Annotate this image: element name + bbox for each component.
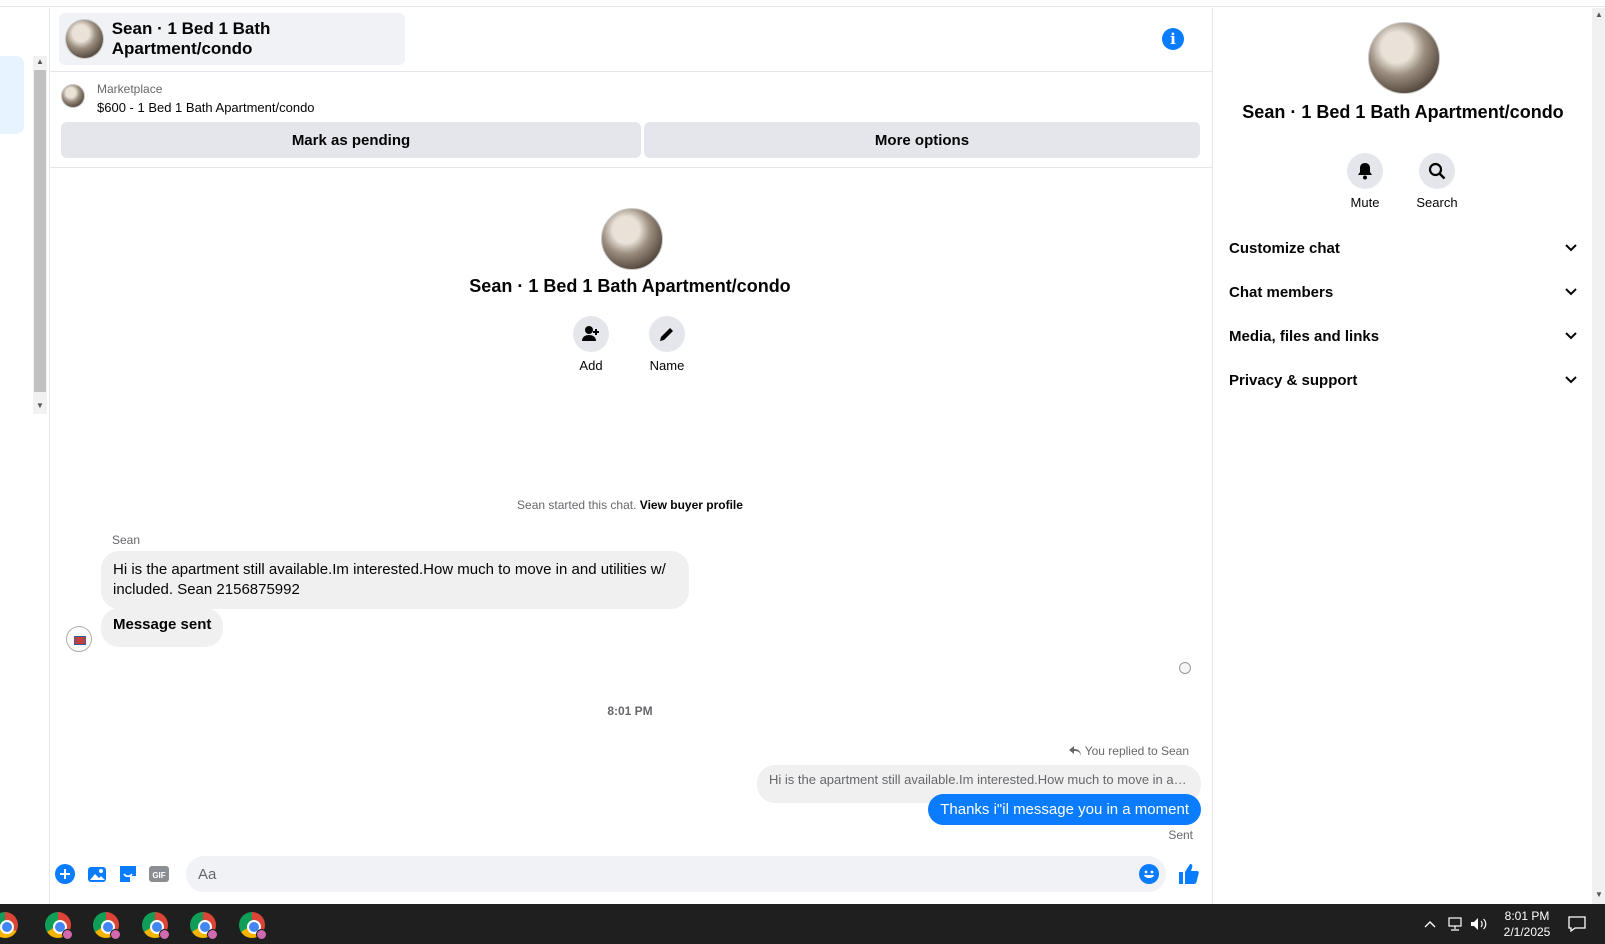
media-files-links-section[interactable]: Media, files and links [1229, 316, 1577, 356]
details-avatar[interactable] [1368, 22, 1440, 94]
sender-name: Sean [112, 533, 141, 547]
photo-icon[interactable] [86, 863, 108, 885]
chat-members-section[interactable]: Chat members [1229, 272, 1577, 312]
chevron-down-icon [1565, 244, 1577, 252]
reply-arrow-icon [1068, 746, 1081, 756]
mark-as-pending-button[interactable]: Mark as pending [61, 122, 641, 158]
scroll-down-arrow-icon[interactable]: ▼ [36, 401, 44, 410]
listing-title[interactable]: $600 - 1 Bed 1 Bath Apartment/condo [97, 100, 315, 115]
notification-center-icon[interactable] [1568, 904, 1586, 944]
message-input[interactable] [186, 856, 1166, 892]
marketplace-listing-bar: Marketplace $600 - 1 Bed 1 Bath Apartmen… [50, 72, 1212, 168]
scrollbar-thumb[interactable] [34, 70, 46, 392]
thumbs-up-icon[interactable] [1178, 863, 1200, 885]
seen-avatar-icon [1179, 662, 1191, 674]
mute-label: Mute [1350, 195, 1380, 210]
section-label: Media, files and links [1229, 327, 1380, 345]
timestamp-separator: 8:01 PM [607, 704, 653, 718]
chat-started-note: Sean started this chat. View buyer profi… [360, 498, 900, 512]
plus-circle-icon[interactable] [54, 863, 76, 885]
intro-title: Sean · 1 Bed 1 Bath Apartment/condo [469, 276, 791, 296]
started-text: Sean started this chat. [517, 498, 637, 512]
bell-icon [1347, 153, 1383, 189]
taskbar-clock[interactable]: 8:01 PM 2/1/2025 [1492, 908, 1562, 940]
active-conversation-highlight[interactable] [0, 56, 24, 134]
message-composer: GIF [50, 852, 1212, 896]
page-scrollbar[interactable]: ▲ ▼ [1592, 8, 1605, 904]
add-person-icon [573, 316, 609, 352]
listing-thumbnail[interactable] [61, 84, 85, 108]
tray-overflow-chevron-icon[interactable] [1424, 904, 1436, 944]
privacy-support-section[interactable]: Privacy & support [1229, 360, 1577, 400]
name-label: Name [649, 358, 685, 373]
window-top-strip [0, 0, 1605, 7]
customize-chat-section[interactable]: Customize chat [1229, 228, 1577, 268]
section-label: Customize chat [1229, 239, 1340, 257]
chrome-app-icon[interactable] [0, 912, 18, 938]
marketplace-label: Marketplace [97, 82, 163, 96]
info-icon[interactable]: i [1162, 28, 1184, 50]
system-message[interactable]: Message sent [101, 608, 224, 647]
pencil-icon [649, 316, 685, 352]
chevron-down-icon [1565, 332, 1577, 340]
volume-icon[interactable] [1470, 904, 1488, 944]
incoming-message[interactable]: Hi is the apartment still available.Im i… [101, 551, 689, 609]
mute-button[interactable]: Mute [1335, 153, 1395, 210]
profile-badge-icon [110, 929, 121, 940]
reply-note-text: You replied to Sean [1084, 744, 1189, 758]
edit-name-button[interactable]: Name [637, 316, 697, 373]
details-title: Sean · 1 Bed 1 Bath Apartment/condo [1242, 102, 1564, 122]
message-status: Sent [1168, 828, 1193, 842]
sidebar-scrollbar[interactable]: ▲ ▼ [33, 56, 47, 414]
network-icon[interactable] [1446, 904, 1464, 944]
section-label: Chat members [1229, 283, 1334, 301]
gif-icon[interactable]: GIF [148, 863, 170, 885]
profile-badge-icon [159, 929, 170, 940]
windows-taskbar: 8:01 PM 2/1/2025 [0, 904, 1605, 944]
chat-avatar [65, 19, 104, 59]
left-sidebar-cutoff [0, 8, 34, 904]
scroll-up-arrow-icon[interactable]: ▲ [36, 57, 44, 66]
outgoing-message[interactable]: Thanks i"il message you in a moment [928, 794, 1201, 825]
chevron-down-icon [1565, 288, 1577, 296]
reply-note: You replied to Sean [1068, 744, 1189, 758]
profile-badge-icon [62, 929, 73, 940]
chrome-app-icon[interactable] [45, 912, 73, 940]
add-label: Add [579, 358, 603, 373]
more-options-button[interactable]: More options [644, 122, 1200, 158]
section-label: Privacy & support [1229, 371, 1358, 389]
chat-title: Sean · 1 Bed 1 Bath Apartment/condo [111, 19, 271, 58]
sender-avatar[interactable] [66, 626, 92, 652]
chat-details-panel: Sean · 1 Bed 1 Bath Apartment/condo Mute… [1212, 8, 1592, 904]
scroll-down-arrow-icon[interactable]: ▼ [1595, 890, 1603, 899]
chrome-app-icon[interactable] [190, 912, 218, 940]
chevron-down-icon [1565, 376, 1577, 384]
chat-header: Sean · 1 Bed 1 Bath Apartment/condo i [50, 8, 1212, 72]
clock-time: 8:01 PM [1504, 909, 1550, 923]
chrome-app-icon[interactable] [239, 912, 267, 940]
intro-avatar[interactable] [601, 208, 663, 270]
search-label: Search [1416, 195, 1458, 210]
chrome-app-icon[interactable] [142, 912, 170, 940]
search-conversation-button[interactable]: Search [1407, 153, 1467, 210]
svg-text:GIF: GIF [152, 871, 165, 880]
search-icon [1419, 153, 1455, 189]
profile-badge-icon [256, 929, 267, 940]
profile-badge-icon [207, 929, 218, 940]
chrome-app-icon[interactable] [93, 912, 121, 940]
scroll-up-arrow-icon[interactable]: ▲ [1595, 10, 1603, 19]
clock-date: 2/1/2025 [1503, 925, 1551, 939]
emoji-icon[interactable] [1138, 863, 1160, 885]
view-buyer-profile-link[interactable]: View buyer profile [640, 498, 743, 512]
sticker-icon[interactable] [117, 863, 139, 885]
chat-title-button[interactable]: Sean · 1 Bed 1 Bath Apartment/condo [59, 13, 405, 65]
add-people-button[interactable]: Add [561, 316, 621, 373]
